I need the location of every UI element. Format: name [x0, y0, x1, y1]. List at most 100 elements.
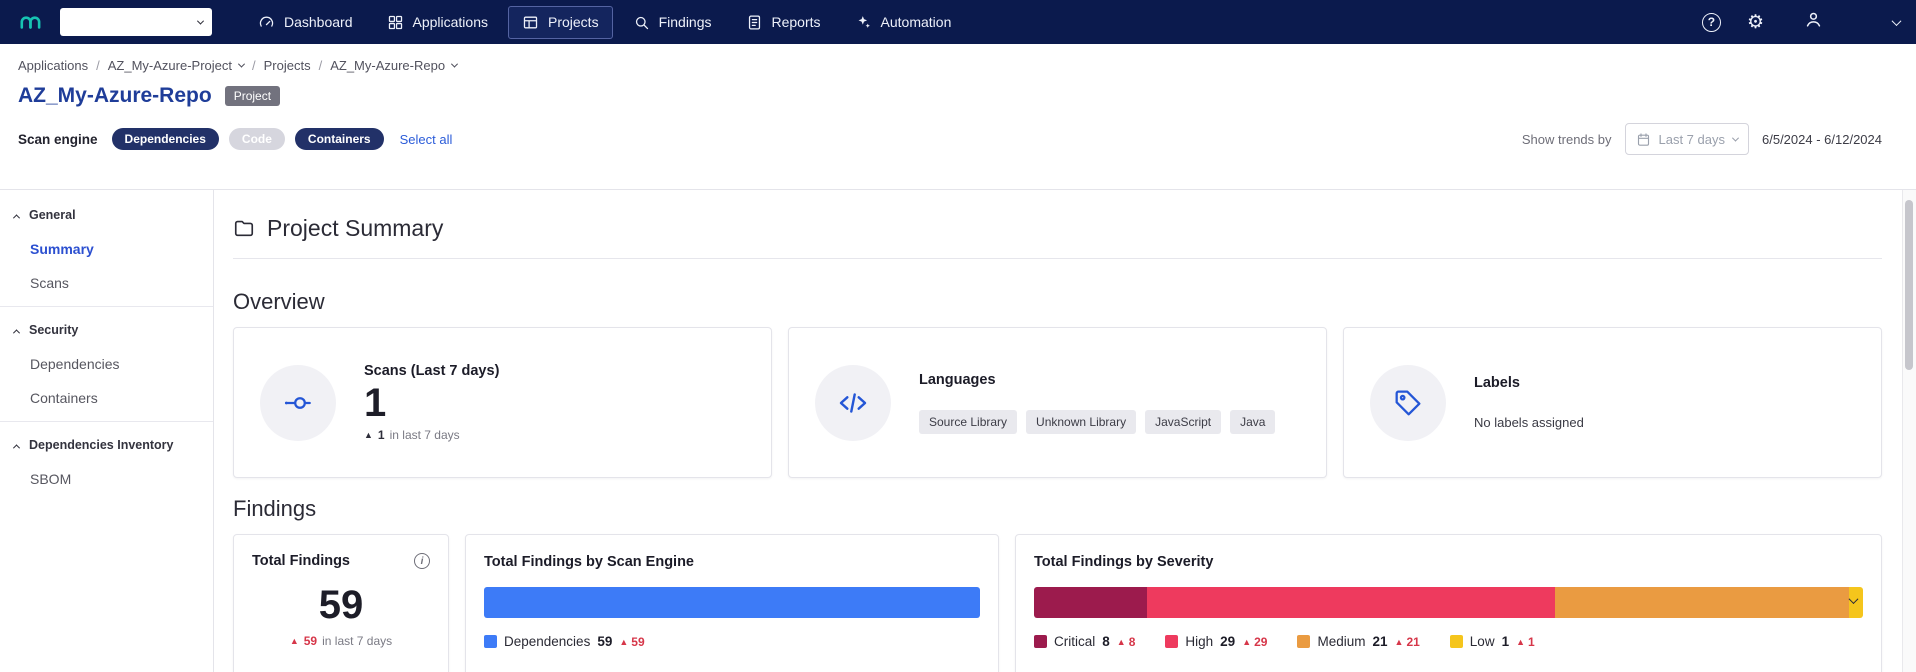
trend-up-icon: ▲ [1395, 637, 1404, 647]
scan-engine-label: Scan engine [18, 132, 98, 147]
severity-legend: Critical 8 ▲ 8 High 29 ▲ 29 [1034, 634, 1863, 649]
scans-trend-value: 1 [378, 428, 385, 442]
engine-legend: Dependencies 59 ▲ 59 [484, 634, 980, 649]
language-tag: Java [1230, 410, 1275, 434]
nav-item-reports[interactable]: Reports [732, 6, 835, 39]
severity-legend-trend-value: 29 [1254, 635, 1267, 649]
findings-cards-row: Total Findings i 59 ▲ 59 in last 7 days … [233, 534, 1882, 672]
show-trends-label: Show trends by [1522, 132, 1612, 147]
user-icon[interactable] [1804, 10, 1823, 34]
language-tags: Source Library Unknown Library JavaScrip… [919, 410, 1275, 434]
nav-item-findings[interactable]: Findings [619, 6, 726, 39]
chevron-up-icon [13, 214, 20, 221]
chevron-down-icon[interactable] [238, 61, 245, 68]
sidebar-section-dependencies-inventory[interactable]: Dependencies Inventory [0, 428, 213, 462]
severity-bar-segment[interactable] [1034, 587, 1147, 618]
nav-label: Automation [881, 14, 952, 30]
automation-sparkles-icon [855, 14, 872, 31]
pill-containers[interactable]: Containers [295, 128, 384, 150]
severity-legend-trend-value: 1 [1528, 635, 1535, 649]
reports-icon [746, 14, 763, 31]
breadcrumb-project[interactable]: AZ_My-Azure-Project [108, 58, 232, 73]
severity-bar [1034, 587, 1863, 618]
severity-legend-swatch [1297, 635, 1310, 648]
sidebar-item-containers[interactable]: Containers [0, 381, 213, 415]
help-icon[interactable]: ? [1702, 13, 1721, 32]
severity-legend-trend: ▲ 21 [1395, 635, 1420, 649]
severity-legend-swatch [1450, 635, 1463, 648]
project-summary-header: Project Summary [233, 214, 1882, 242]
pill-dependencies[interactable]: Dependencies [112, 128, 219, 150]
breadcrumb-projects[interactable]: Projects [264, 58, 311, 73]
severity-bar-segment[interactable] [1555, 587, 1849, 618]
severity-legend-item: Low 1 ▲ 1 [1450, 634, 1535, 649]
nav-item-projects[interactable]: Projects [508, 6, 613, 39]
breadcrumb-separator: / [96, 58, 100, 73]
project-summary-title: Project Summary [267, 215, 443, 242]
severity-legend-trend-value: 21 [1406, 635, 1419, 649]
sidebar-item-dependencies[interactable]: Dependencies [0, 347, 213, 381]
trends-date-range: 6/5/2024 - 6/12/2024 [1762, 132, 1882, 147]
severity-bar-segment[interactable] [1147, 587, 1555, 618]
chevron-down-icon[interactable] [451, 61, 458, 68]
total-findings-title: Total Findings [252, 553, 350, 569]
severity-legend-swatch [1165, 635, 1178, 648]
scrollbar-thumb[interactable] [1905, 200, 1913, 370]
applications-icon [387, 14, 404, 31]
language-tag: JavaScript [1145, 410, 1221, 434]
chevron-up-icon [13, 444, 20, 451]
trends-period-select[interactable]: Last 7 days [1625, 123, 1750, 155]
nav-label: Applications [413, 14, 489, 30]
nav-item-dashboard[interactable]: Dashboard [244, 6, 367, 39]
breadcrumb-applications[interactable]: Applications [18, 58, 88, 73]
severity-legend-count: 1 [1502, 634, 1510, 649]
projects-icon [522, 14, 539, 31]
severity-legend-item: Critical 8 ▲ 8 [1034, 634, 1135, 649]
breadcrumb-separator: / [252, 58, 256, 73]
top-navbar: Dashboard Applications Projects Find [0, 0, 1916, 44]
calendar-icon [1636, 132, 1651, 147]
info-icon[interactable]: i [414, 553, 430, 569]
labels-card: Labels No labels assigned [1343, 327, 1882, 478]
chevron-down-icon[interactable] [1892, 16, 1902, 26]
mend-logo-icon [16, 7, 46, 37]
severity-legend-count: 8 [1102, 634, 1110, 649]
trend-up-icon: ▲ [1242, 637, 1251, 647]
engine-bar-segment[interactable] [484, 587, 980, 618]
label-tag-icon [1370, 365, 1446, 441]
nav-item-applications[interactable]: Applications [373, 6, 503, 39]
app-window: Dashboard Applications Projects Find [0, 0, 1916, 672]
sidebar-item-summary[interactable]: Summary [0, 232, 213, 266]
chevron-up-icon [13, 329, 20, 336]
engine-bar [484, 587, 980, 618]
findings-by-severity-card: Total Findings by Severity Critical 8 ▲ [1015, 534, 1882, 672]
trend-up-icon: ▲ [1516, 637, 1525, 647]
sidebar-section-security[interactable]: Security [0, 313, 213, 347]
findings-heading: Findings [233, 496, 1882, 522]
findings-by-engine-title: Total Findings by Scan Engine [484, 554, 694, 570]
breadcrumb-repo[interactable]: AZ_My-Azure-Repo [330, 58, 445, 73]
total-findings-head: Total Findings i [252, 553, 430, 569]
severity-legend-label: Medium [1317, 634, 1365, 649]
dashboard-icon [258, 14, 275, 31]
select-all-link[interactable]: Select all [400, 132, 453, 147]
trends-period-value: Last 7 days [1659, 132, 1726, 147]
severity-legend-swatch [1034, 635, 1047, 648]
left-sidebar: General Summary Scans Security Dependenc… [0, 190, 214, 672]
scan-engine-row: Scan engine Dependencies Code Containers… [18, 123, 1898, 155]
engine-legend-item: Dependencies 59 ▲ 59 [484, 634, 645, 649]
severity-legend-trend: ▲ 1 [1516, 635, 1535, 649]
org-select[interactable] [60, 8, 212, 36]
sidebar-item-sbom[interactable]: SBOM [0, 462, 213, 496]
vertical-scrollbar[interactable] [1902, 190, 1916, 672]
page-subheader: Applications / AZ_My-Azure-Project / Pro… [0, 44, 1916, 190]
total-findings-trend: ▲ 59 in last 7 days [252, 634, 430, 648]
settings-gear-icon[interactable]: ⚙ [1747, 13, 1764, 32]
nav-item-automation[interactable]: Automation [841, 6, 966, 39]
trend-up-icon: ▲ [1117, 637, 1126, 647]
nav-label: Dashboard [284, 14, 353, 30]
sidebar-item-scans[interactable]: Scans [0, 266, 213, 300]
severity-legend-item: High 29 ▲ 29 [1165, 634, 1267, 649]
sidebar-section-general[interactable]: General [0, 198, 213, 232]
pill-code[interactable]: Code [229, 128, 285, 150]
